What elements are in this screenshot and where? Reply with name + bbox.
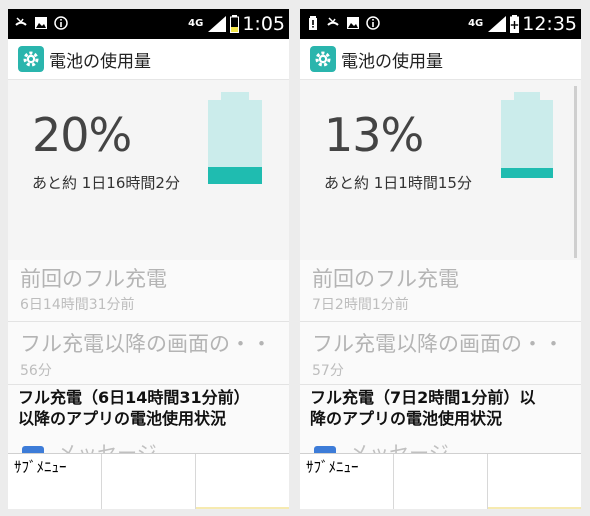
pref-summary: 7日2時間1分前: [312, 297, 409, 313]
app-usage-header: フル充電（7日2時間1分前）以 降のアプリの電池使用状況: [310, 387, 535, 429]
softkey-indicator: [196, 507, 289, 509]
pref-screen-usage[interactable]: フル充電以降の画面の・・ 56分: [8, 322, 289, 385]
app-usage-header-line1: フル充電（7日2時間1分前）以: [310, 388, 536, 407]
image-icon: [347, 17, 359, 29]
page-title: 電池の使用量: [341, 51, 443, 72]
network-type: 4G: [188, 18, 204, 29]
pref-title: フル充電以降の画面の・・: [312, 332, 564, 356]
softkey-left[interactable]: ｻﾌﾞﾒﾆｭｰ: [300, 454, 394, 509]
app-bar: 電池の使用量: [8, 39, 289, 80]
pref-summary: 57分: [312, 363, 344, 379]
app-usage-header: フル充電（6日14時間31分前） 以降のアプリの電池使用状況: [18, 387, 250, 429]
battery-percentage: 20%: [32, 108, 132, 162]
phone-screen-left: 4G 1:05 電池の使用量 20% あと約 1日16時間2分 前回のフル充電 …: [8, 9, 289, 509]
gear-icon: [310, 46, 336, 72]
battery-level-graphic: [208, 92, 262, 184]
time-remaining: あと約 1日1時間15分: [324, 174, 472, 192]
pref-summary: 6日14時間31分前: [20, 297, 135, 313]
battery-charging-icon: [510, 15, 520, 33]
scrollbar[interactable]: [574, 86, 577, 258]
status-bar: 4G 12:35: [300, 9, 581, 39]
softkey-left-label: ｻﾌﾞﾒﾆｭｰ: [306, 458, 359, 476]
battery-level-graphic: [501, 92, 553, 178]
pref-screen-usage[interactable]: フル充電以降の画面の・・ 57分: [300, 322, 581, 385]
softkey-center[interactable]: [394, 454, 488, 509]
pref-last-full-charge[interactable]: 前回のフル充電 6日14時間31分前: [8, 260, 289, 322]
info-icon: [54, 16, 68, 30]
image-icon: [35, 17, 47, 29]
pref-last-full-charge[interactable]: 前回のフル充電 7日2時間1分前: [300, 260, 581, 322]
pref-title: 前回のフル充電: [20, 267, 167, 291]
info-icon: [366, 16, 380, 30]
softkey-left[interactable]: ｻﾌﾞﾒﾆｭｰ: [8, 454, 102, 509]
softkey-bar: ｻﾌﾞﾒﾆｭｰ: [8, 453, 289, 509]
signal-icon: [488, 16, 507, 32]
page-title: 電池の使用量: [49, 51, 151, 72]
pref-title: 前回のフル充電: [312, 267, 459, 291]
status-bar: 4G 1:05: [8, 9, 289, 39]
softkey-right[interactable]: [488, 454, 581, 509]
battery-status-icon: [230, 15, 240, 33]
list-item[interactable]: メッセージ: [314, 440, 449, 454]
battery-percentage: 13%: [324, 108, 424, 162]
app-usage-header-line2: 以降のアプリの電池使用状況: [18, 409, 227, 428]
pref-title: フル充電以降の画面の・・: [20, 332, 272, 356]
app-usage-header-line1: フル充電（6日14時間31分前）: [18, 388, 250, 407]
list-item-label: メッセージ: [57, 441, 157, 454]
time-remaining: あと約 1日16時間2分: [32, 174, 180, 192]
missed-call-icon: [15, 17, 27, 26]
list-item[interactable]: メッセージ: [22, 440, 157, 454]
softkey-center[interactable]: [102, 454, 196, 509]
pref-summary: 56分: [20, 363, 52, 379]
app-bar: 電池の使用量: [300, 39, 581, 80]
softkey-bar: ｻﾌﾞﾒﾆｭｰ: [300, 453, 581, 509]
clock: 1:05: [242, 13, 285, 35]
softkey-right[interactable]: [196, 454, 289, 509]
app-usage-header-line2: 降のアプリの電池使用状況: [310, 409, 503, 428]
clock: 12:35: [522, 13, 577, 35]
network-type: 4G: [468, 18, 484, 29]
gear-icon: [18, 46, 44, 72]
signal-icon: [208, 16, 227, 32]
battery-alert-icon: [309, 16, 317, 30]
battery-summary: 13% あと約 1日1時間15分: [300, 80, 581, 260]
list-item-label: メッセージ: [349, 441, 449, 454]
softkey-left-label: ｻﾌﾞﾒﾆｭｰ: [14, 458, 67, 476]
missed-call-icon: [327, 17, 339, 26]
phone-screen-right: 4G 12:35 電池の使用量 13% あと約 1日1時間15分 前回のフル充電…: [300, 9, 581, 509]
battery-summary: 20% あと約 1日16時間2分: [8, 80, 289, 260]
softkey-indicator: [488, 507, 581, 509]
